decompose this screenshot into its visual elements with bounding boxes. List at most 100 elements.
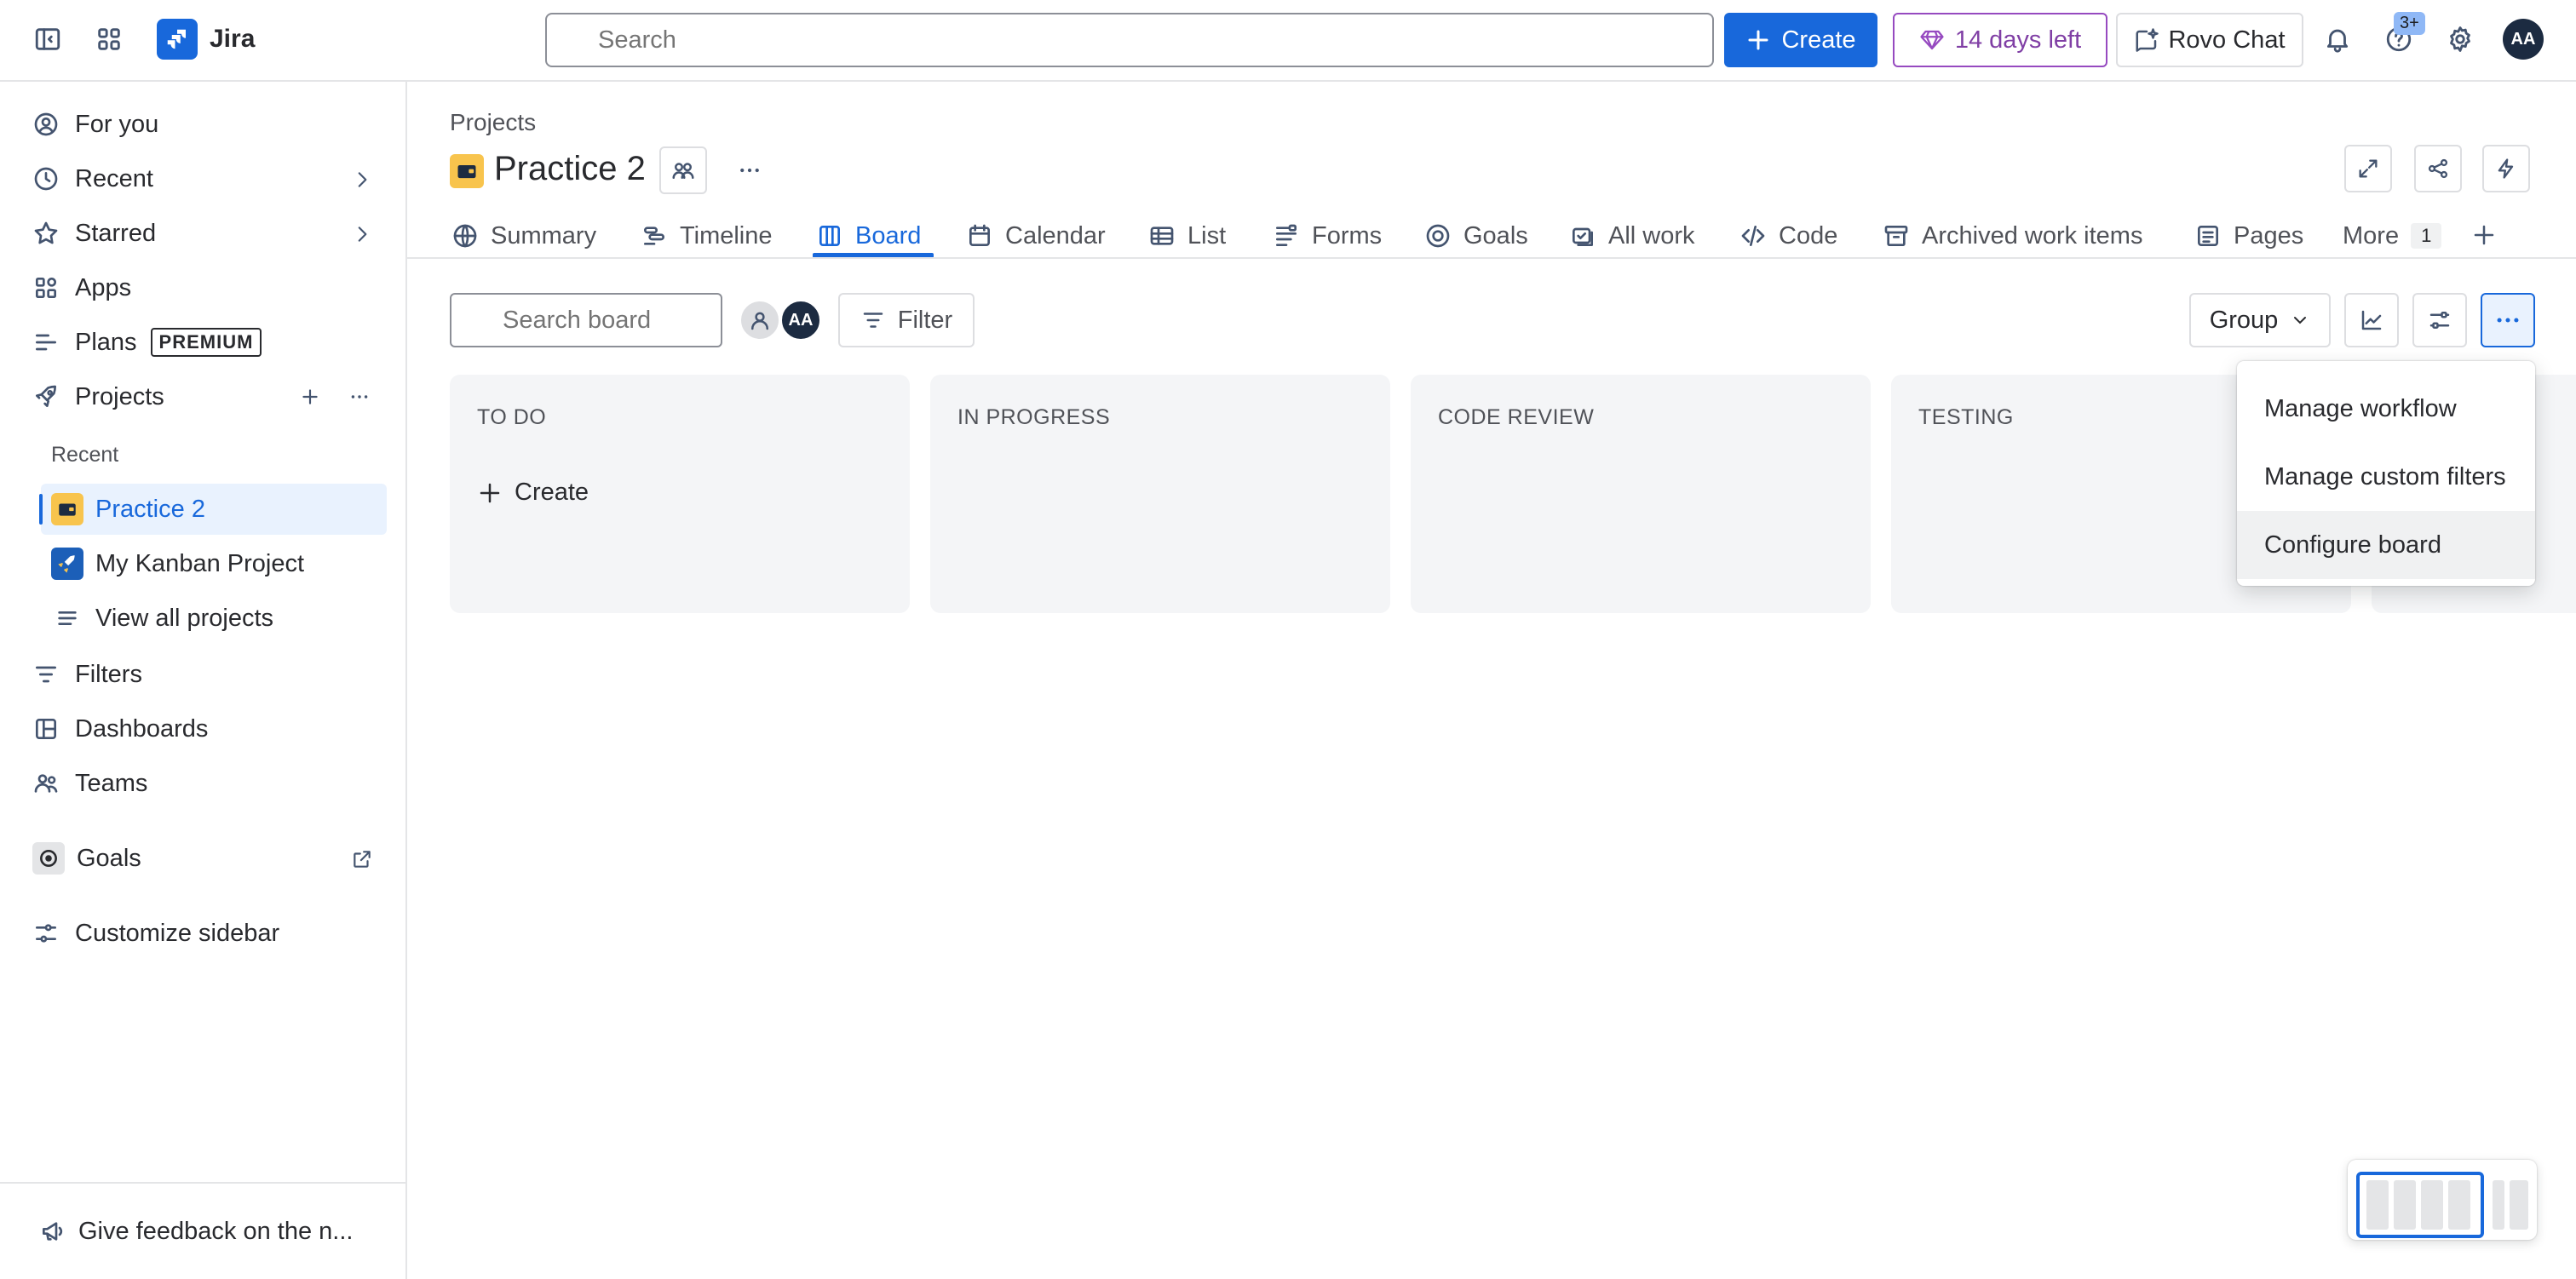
unassigned-avatar-icon[interactable] [739, 300, 780, 341]
sidebar-item-starred[interactable]: Starred [20, 208, 387, 259]
sidebar-item-dashboards[interactable]: Dashboards [20, 703, 387, 754]
sidebar-item-teams[interactable]: Teams [20, 758, 387, 809]
board-minimap[interactable] [2348, 1160, 2537, 1240]
project-more-icon[interactable] [726, 146, 773, 194]
group-button-label: Group [2209, 306, 2279, 334]
board-actions-menu: Manage workflow Manage custom filters Co… [2237, 361, 2535, 586]
tab-label: Summary [491, 221, 597, 249]
column-title: TO DO [477, 405, 547, 429]
global-search-input[interactable] [545, 13, 1714, 67]
more-count-badge: 1 [2411, 223, 2442, 249]
projects-more-icon[interactable] [339, 376, 380, 417]
sidebar-item-apps[interactable]: Apps [20, 262, 387, 313]
rovo-chat-button[interactable]: Rovo Chat [2116, 13, 2303, 67]
tab-label: All work [1608, 221, 1695, 249]
sidebar-item-label: For you [75, 110, 159, 138]
jira-logo-link[interactable]: Jira [157, 19, 255, 60]
settings-gear-icon[interactable] [2436, 15, 2484, 63]
sidebar-item-label: Teams [75, 769, 148, 797]
tab-code[interactable]: Code [1739, 215, 1837, 257]
sidebar-item-label: Projects [75, 382, 164, 410]
more-horizontal-icon [2497, 318, 2519, 323]
tab-more[interactable]: More 1 [2343, 215, 2442, 257]
tab-label: Pages [2234, 221, 2304, 249]
tab-all-work[interactable]: All work [1569, 215, 1695, 257]
globe-icon [453, 224, 477, 248]
target-icon [1426, 224, 1450, 248]
fullscreen-icon[interactable] [2344, 145, 2392, 192]
tab-board[interactable]: Board [816, 215, 921, 257]
jira-logo-icon [157, 19, 198, 60]
tab-list[interactable]: List [1148, 215, 1226, 257]
breadcrumb[interactable]: Projects [450, 109, 536, 136]
share-icon[interactable] [2414, 145, 2462, 192]
tab-label: List [1187, 221, 1227, 249]
create-button[interactable]: Create [1724, 13, 1877, 67]
sidebar-item-projects[interactable]: Projects [20, 371, 387, 422]
sidebar-item-filters[interactable]: Filters [20, 649, 387, 700]
diamond-icon [1920, 30, 1944, 50]
trial-button[interactable]: 14 days left [1893, 13, 2107, 67]
sidebar-project-label: My Kanban Project [95, 549, 305, 577]
group-by-button[interactable]: Group [2189, 293, 2331, 347]
board-search-input[interactable] [450, 293, 722, 347]
sidebar-toggle-icon[interactable] [24, 15, 72, 63]
menu-item-configure-board[interactable]: Configure board [2237, 511, 2535, 579]
tab-label: Calendar [1005, 221, 1106, 249]
tab-forms[interactable]: Forms [1273, 215, 1382, 257]
tab-pages[interactable]: Pages [2194, 215, 2303, 257]
tab-label: Forms [1312, 221, 1383, 249]
give-feedback-button[interactable]: Give feedback on the n... [0, 1182, 407, 1279]
clock-icon [34, 167, 58, 191]
sidebar-item-label: Goals [77, 844, 141, 872]
tab-label: Code [1779, 221, 1838, 249]
minimap-column [2366, 1180, 2389, 1230]
insights-chart-icon[interactable] [2344, 293, 2399, 347]
column-title: IN PROGRESS [957, 405, 1111, 429]
column-title: TESTING [1918, 405, 2014, 429]
tab-archived-work-items[interactable]: Archived work items [1883, 215, 2142, 257]
menu-item-manage-custom-filters[interactable]: Manage custom filters [2237, 443, 2535, 511]
create-issue-label: Create [515, 479, 589, 506]
tab-label: Goals [1463, 221, 1528, 249]
menu-item-manage-workflow[interactable]: Manage workflow [2237, 375, 2535, 443]
tab-timeline[interactable]: Timeline [641, 215, 773, 257]
notifications-icon[interactable] [2314, 15, 2361, 63]
automation-lightning-icon[interactable] [2482, 145, 2530, 192]
sidebar-item-goals[interactable]: Goals [20, 833, 387, 884]
assignee-avatar[interactable]: AA [780, 300, 821, 341]
plans-icon [36, 334, 56, 351]
sidebar: For you Recent Starred Apps Plans PREMIU… [0, 82, 407, 1279]
board-more-actions-button[interactable] [2481, 293, 2535, 347]
list-icon [58, 611, 77, 625]
tab-calendar[interactable]: Calendar [966, 215, 1106, 257]
tab-goals[interactable]: Goals [1424, 215, 1528, 257]
tab-summary[interactable]: Summary [451, 215, 596, 257]
project-team-icon[interactable] [659, 146, 707, 194]
tab-label: Board [855, 221, 922, 249]
add-project-icon[interactable] [290, 376, 331, 417]
create-issue-button[interactable]: Create [477, 479, 589, 507]
active-indicator [39, 494, 43, 525]
sidebar-project-practice-2[interactable]: Practice 2 [39, 484, 387, 535]
view-settings-icon[interactable] [2412, 293, 2467, 347]
sidebar-project-label: View all projects [95, 604, 274, 632]
minimap-column [2421, 1180, 2443, 1230]
sidebar-item-customize[interactable]: Customize sidebar [20, 908, 387, 959]
add-tab-icon[interactable] [2462, 213, 2506, 257]
filter-icon [863, 313, 883, 328]
sidebar-item-recent[interactable]: Recent [20, 153, 387, 204]
app-switcher-icon[interactable] [85, 15, 133, 63]
filter-button[interactable]: Filter [838, 293, 975, 347]
sidebar-view-all-projects[interactable]: View all projects [41, 593, 387, 644]
user-avatar[interactable]: AA [2503, 19, 2544, 60]
minimap-column [2493, 1180, 2504, 1230]
minimap-column [2394, 1180, 2416, 1230]
sidebar-item-plans[interactable]: Plans PREMIUM [20, 317, 387, 368]
sidebar-item-for-you[interactable]: For you [20, 99, 387, 150]
top-navigation-bar: Jira Create 14 days left Rovo Chat 3+ AA [0, 0, 2576, 82]
calendar-icon [969, 224, 990, 246]
tabs-divider [407, 257, 2576, 259]
sidebar-project-my-kanban[interactable]: My Kanban Project [41, 538, 387, 589]
recent-projects-heading: Recent [51, 443, 119, 467]
